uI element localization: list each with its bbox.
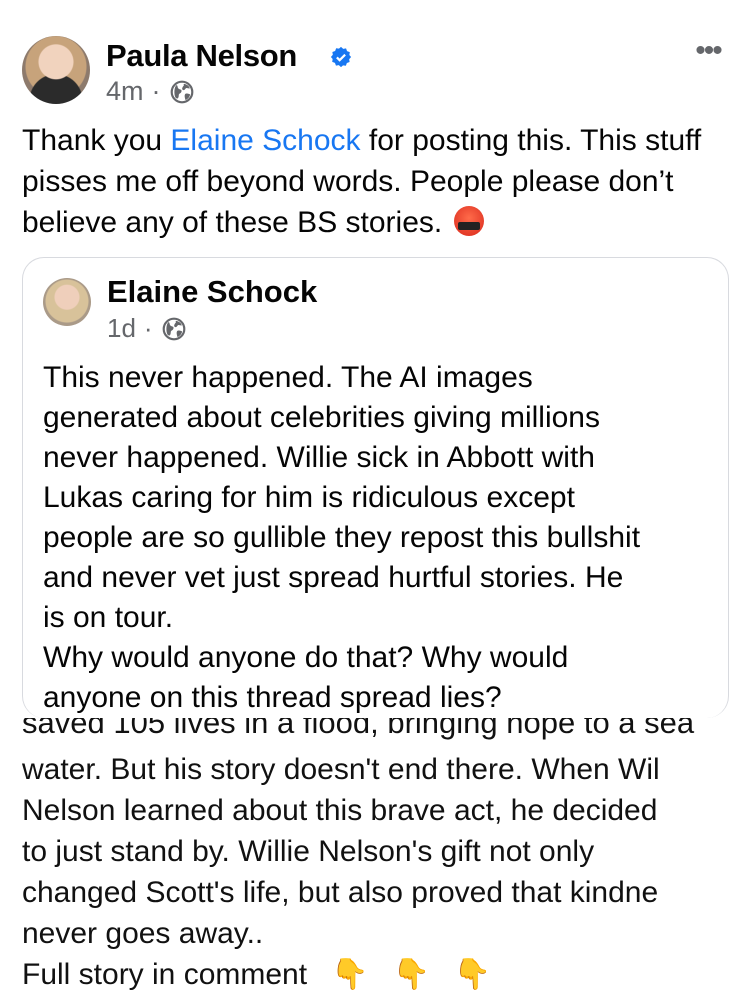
post-text: Thank you Elaine Schock for posting this… [22,120,737,243]
background-line: Nelson learned about this brave act, he … [22,794,658,827]
shared-post-meta: 1d · [107,313,187,344]
background-post-fragment: saved 105 lives in a flood, bringing hop… [22,718,750,1000]
pointing-down-emoji-icon: 👇 [392,957,430,992]
clipped-text-line: saved 105 lives in a flood, bringing hop… [22,718,695,740]
post-text-start: Thank you [22,124,171,157]
background-line: never goes away.. [22,917,264,950]
verified-icon [330,46,352,68]
meta-separator: · [151,76,161,106]
background-line: Full story in comment [22,958,308,991]
shared-meta-separator: · [143,313,153,343]
more-options-button[interactable]: ••• [690,36,726,66]
background-line: to just stand by. Willie Nelson's gift n… [22,835,595,868]
angry-cursing-emoji-icon [454,206,485,236]
full-story-line: Full story in comment 👇 👇 👇 [22,954,750,995]
background-post-text: water. But his story doesn't end there. … [22,749,750,995]
background-line: changed Scott's life, but also proved th… [22,876,659,909]
shared-author-avatar[interactable] [43,278,91,326]
shared-post-time[interactable]: 1d [107,313,136,344]
globe-icon [162,317,185,340]
background-line: water. But his story doesn't end there. … [22,753,660,786]
author-name[interactable]: Paula Nelson [106,38,297,74]
shared-post-card[interactable]: Elaine Schock 1d · This never happened. … [22,257,729,718]
mention-link[interactable]: Elaine Schock [170,124,360,157]
post-time[interactable]: 4m [106,76,144,107]
shared-post-text: This never happened. The AI images gener… [43,361,641,714]
post-meta: 4m · [106,76,195,107]
pointing-down-emoji-icon: 👇 [453,957,492,992]
post-header: Paula Nelson 4m · ••• [22,36,732,108]
pointing-down-emoji-icon: 👇 [331,957,369,992]
globe-icon [170,80,193,103]
author-avatar[interactable] [22,36,90,104]
shared-author-name[interactable]: Elaine Schock [107,274,317,310]
